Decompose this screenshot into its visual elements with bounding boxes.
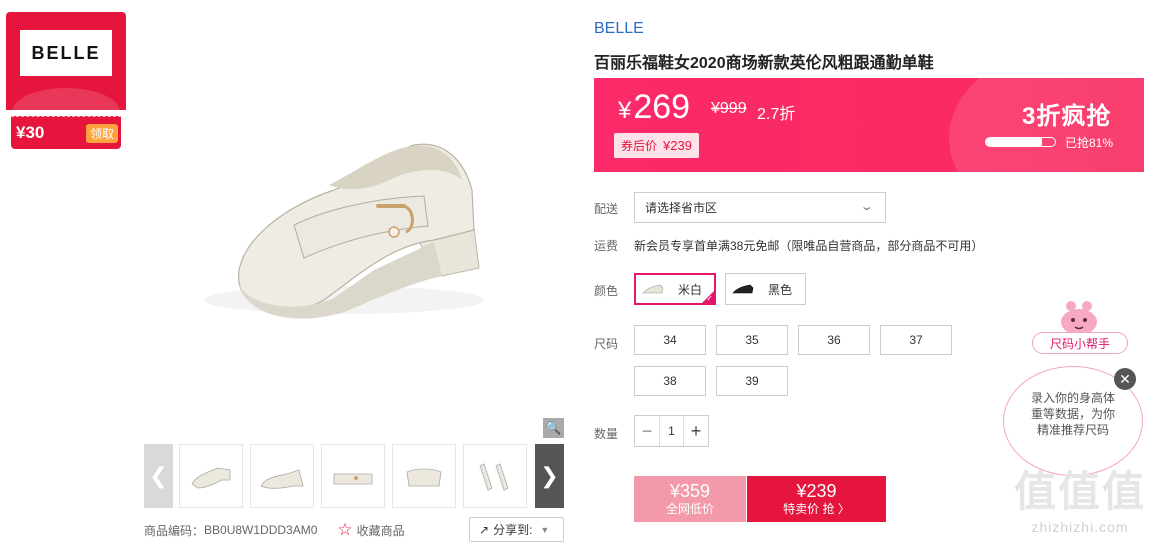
shoe-swatch-icon	[642, 284, 664, 294]
lowest-price: ¥359	[669, 481, 711, 501]
size-option[interactable]: 38	[634, 366, 706, 396]
close-icon[interactable]: ✕	[1114, 368, 1136, 390]
size-option[interactable]: 36	[798, 325, 870, 355]
size-label: 尺码	[594, 337, 619, 351]
favorite-label: 收藏商品	[356, 523, 405, 538]
helper-text-line: 录入你的身高体	[1030, 391, 1115, 405]
thumbnail[interactable]	[321, 444, 385, 508]
coupon-amount: ¥30	[16, 123, 45, 142]
zoom-icon[interactable]: 🔍	[543, 418, 564, 438]
quantity-increase-button[interactable]: +	[684, 416, 708, 446]
shipping-label: 运费	[594, 239, 619, 253]
buy-now-button[interactable]: ¥239 特卖价 抢 〉	[747, 476, 886, 522]
shipping-info: 新会员专享首单满38元免邮（限唯品自营商品，部分商品不可用）	[634, 239, 984, 253]
share-button[interactable]: ↗ 分享到: ▼	[469, 517, 564, 542]
main-product-image[interactable]	[144, 0, 564, 438]
discount-rate: 2.7折	[757, 106, 796, 123]
product-code-label: 商品编码：	[144, 523, 205, 538]
coupon-claim-button[interactable]: 领取	[86, 123, 119, 143]
coupon-badge[interactable]: BELLE ¥30 领取	[6, 12, 126, 149]
thumbnail[interactable]	[392, 444, 456, 508]
thumbnail-prev-button[interactable]: ❮	[144, 444, 173, 508]
mascot-icon[interactable]	[1057, 300, 1101, 336]
quantity-decrease-button[interactable]: −	[635, 416, 659, 446]
share-icon: ↗	[479, 522, 490, 537]
region-select[interactable]: 请选择省市区 ⌄	[634, 192, 886, 223]
after-coupon-label: 券后价	[621, 139, 658, 153]
progress-fill	[986, 138, 1042, 146]
lowest-price-button[interactable]: ¥359 全网低价	[634, 476, 746, 522]
product-code: BB0U8W1DDD3AM0	[204, 523, 318, 537]
check-icon: ✓	[706, 294, 713, 303]
product-meta-row: 商品编码： BB0U8W1DDD3AM0 ☆ 收藏商品 ↗ 分享到: ▼	[144, 517, 564, 543]
color-label: 颜色	[594, 284, 619, 298]
color-option-label: 黑色	[768, 282, 793, 297]
watermark-logo: 值值值	[1013, 468, 1146, 515]
color-option-offwhite[interactable]: 米白 ✓	[634, 273, 716, 305]
brand-logo: BELLE	[20, 30, 112, 76]
thumbnail-next-button[interactable]: ❯	[535, 444, 564, 508]
watermark-url: zhizhizhi.com	[1031, 519, 1129, 535]
size-helper-tag[interactable]: 尺码小帮手	[1032, 332, 1128, 354]
flash-sale-label: 已抢81%	[1065, 136, 1114, 150]
size-option[interactable]: 39	[716, 366, 788, 396]
chevron-down-icon: ▼	[540, 524, 550, 535]
currency-symbol: ¥	[618, 97, 632, 124]
flash-sale-progress	[985, 137, 1056, 147]
helper-text-line: 精准推荐尺码	[1036, 423, 1109, 437]
thumbnail[interactable]	[250, 444, 314, 508]
region-select-value: 请选择省市区	[645, 201, 718, 215]
shoe-image	[204, 143, 484, 319]
watermark: 值值值 zhizhizhi.com	[1010, 458, 1150, 548]
delivery-label: 配送	[594, 202, 619, 216]
color-option-black[interactable]: 黑色	[725, 273, 806, 305]
price-banner: ¥269 ¥999 2.7折 券后价 ¥239 3折疯抢 已抢81%	[594, 78, 1144, 172]
helper-text-line: 重等数据，为你	[1030, 407, 1115, 421]
color-option-label: 米白	[678, 282, 703, 297]
current-price: ¥269	[618, 88, 690, 127]
thumbnail[interactable]	[463, 444, 527, 508]
coupon-claim-row[interactable]: ¥30 领取	[11, 116, 121, 149]
favorite-button[interactable]: ☆ 收藏商品	[337, 520, 404, 540]
after-coupon-value: ¥239	[663, 138, 692, 153]
size-option[interactable]: 35	[716, 325, 788, 355]
shoe-swatch-icon	[732, 284, 754, 294]
thumbnail[interactable]	[179, 444, 243, 508]
original-price: ¥999	[711, 100, 747, 117]
share-label: 分享到:	[493, 523, 533, 537]
size-option[interactable]: 34	[634, 325, 706, 355]
size-option[interactable]: 37	[880, 325, 952, 355]
flash-sale-title: 3折疯抢	[1022, 103, 1112, 130]
quantity-input[interactable]: 1	[659, 416, 684, 446]
quantity-label: 数量	[594, 427, 619, 441]
buy-now-label: 特卖价 抢 〉	[783, 502, 850, 516]
current-price-value: 269	[633, 88, 691, 126]
brand-link[interactable]: BELLE	[594, 20, 644, 38]
lowest-price-label: 全网低价	[665, 502, 714, 516]
product-title: 百丽乐福鞋女2020商场新款英伦风粗跟通勤单鞋	[594, 55, 934, 72]
quantity-stepper: − 1 +	[634, 415, 709, 447]
thumbnail-strip: ❮ ❯	[144, 444, 564, 508]
after-coupon-price: 券后价 ¥239	[614, 133, 699, 158]
star-icon: ☆	[337, 520, 353, 539]
sale-price: ¥239	[796, 481, 837, 501]
chevron-down-icon: ⌄	[859, 201, 874, 213]
